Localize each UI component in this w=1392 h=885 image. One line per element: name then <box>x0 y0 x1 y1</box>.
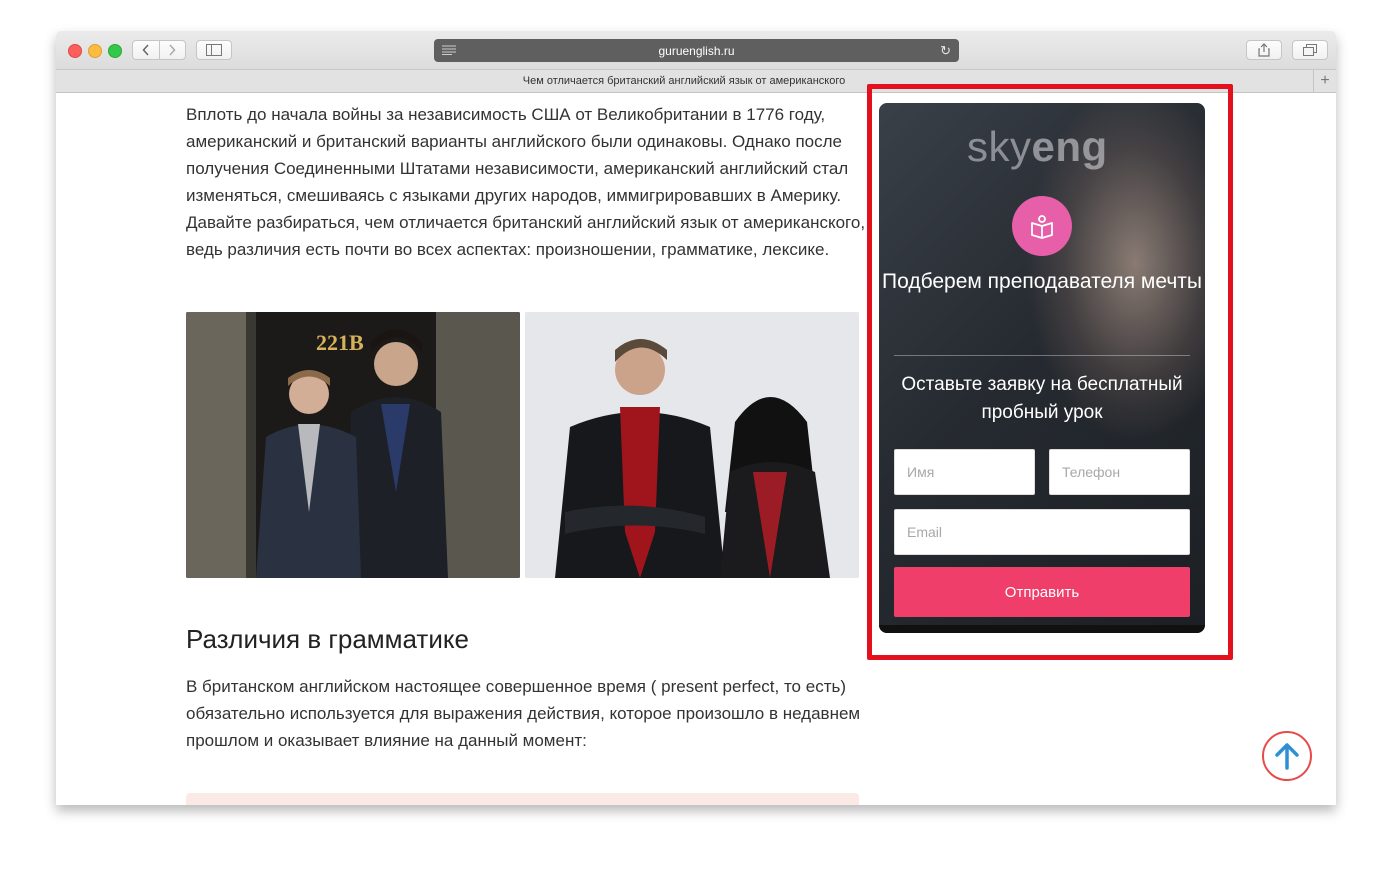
navigation-buttons <box>132 40 186 60</box>
article-intro: Вплоть до начала войны за независимость … <box>186 105 866 259</box>
show-tabs-button[interactable] <box>1292 40 1328 60</box>
address-bar[interactable]: guruenglish.ru ↻ <box>434 39 959 62</box>
elementary-photo-art <box>525 312 859 578</box>
annotation-highlight-box <box>867 84 1233 660</box>
address-url: guruenglish.ru <box>658 43 735 58</box>
plus-icon: + <box>1320 72 1330 89</box>
new-tab-button[interactable]: + <box>1313 70 1336 92</box>
forward-button[interactable] <box>160 41 186 59</box>
zoom-window-button[interactable] <box>108 44 122 58</box>
reload-icon[interactable]: ↻ <box>940 43 951 59</box>
arrow-up-icon <box>1275 743 1299 770</box>
sidebar-icon <box>206 44 222 56</box>
sidebar-toggle-button[interactable] <box>196 40 232 60</box>
tab-title-label: Чем отличается британский английский язы… <box>522 75 846 87</box>
minimize-window-button[interactable] <box>88 44 102 58</box>
sherlock-photo: 221B <box>186 312 520 578</box>
grammar-paragraph: В британском английском настоящее соверш… <box>186 677 861 750</box>
chevron-right-icon <box>169 44 176 56</box>
grammar-heading: Различия в грамматике <box>186 624 469 654</box>
back-button[interactable] <box>133 41 160 59</box>
elementary-photo <box>525 312 859 578</box>
scroll-to-top-button[interactable] <box>1262 731 1312 781</box>
close-window-button[interactable] <box>68 44 82 58</box>
chevron-left-icon <box>142 44 149 56</box>
example-box <box>186 793 859 805</box>
door-number-label: 221B <box>316 330 364 355</box>
tabs-icon <box>1303 44 1317 56</box>
browser-toolbar: guruenglish.ru ↻ <box>56 31 1336 70</box>
share-button[interactable] <box>1246 40 1282 60</box>
share-icon <box>1258 43 1270 57</box>
sherlock-photo-art: 221B <box>186 312 520 578</box>
reader-view-icon[interactable] <box>442 45 456 55</box>
